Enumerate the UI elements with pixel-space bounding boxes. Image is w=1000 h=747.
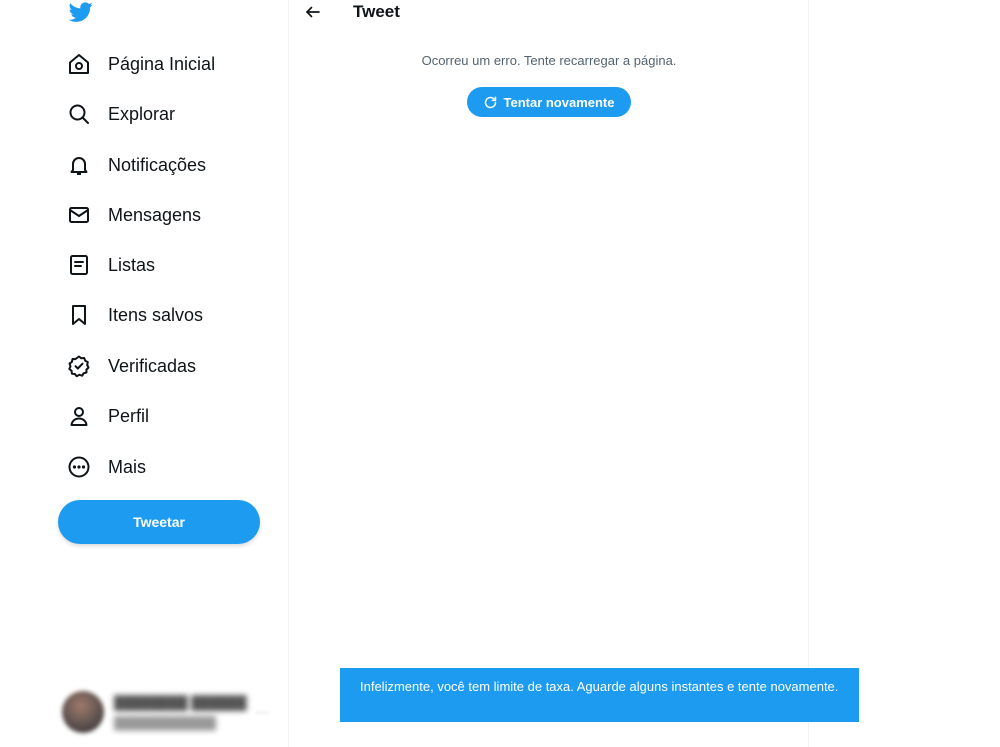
- bookmark-icon: [66, 302, 92, 328]
- sidebar-item-label: Perfil: [108, 405, 150, 426]
- main-column: Tweet Ocorreu um erro. Tente recarregar …: [289, 0, 809, 747]
- twitter-bird-icon[interactable]: [67, 0, 95, 24]
- sidebar-item-home[interactable]: Página Inicial: [66, 46, 215, 82]
- sidebar-item-more[interactable]: Mais: [66, 449, 146, 485]
- rate-limit-toast: Infelizmente, você tem limite de taxa. A…: [340, 668, 859, 722]
- home-icon: [66, 51, 92, 77]
- sidebar-item-notifications[interactable]: Notificações: [66, 147, 206, 183]
- more-circle-icon: [66, 454, 92, 480]
- sidebar-item-label: Mais: [108, 456, 147, 477]
- retry-button-label: Tentar novamente: [503, 94, 615, 110]
- retry-button[interactable]: Tentar novamente: [467, 87, 631, 117]
- back-arrow-icon[interactable]: [301, 0, 325, 24]
- account-switcher[interactable]: ████████ ██████ ████████████ ⋯: [62, 688, 277, 736]
- sidebar-item-label: Página Inicial: [108, 53, 216, 74]
- sidebar-item-label: Verificadas: [108, 355, 197, 376]
- sidebar-item-verified[interactable]: Verificadas: [66, 348, 196, 384]
- more-dots-icon: ⋯: [255, 703, 269, 720]
- sidebar-item-messages[interactable]: Mensagens: [66, 197, 201, 233]
- account-info-redacted: ████████ ██████ ████████████: [114, 694, 247, 730]
- sidebar-item-bookmarks[interactable]: Itens salvos: [66, 297, 203, 333]
- sidebar: Página Inicial Explorar Notificações Men…: [0, 0, 289, 747]
- sidebar-item-profile[interactable]: Perfil: [66, 398, 149, 434]
- person-icon: [66, 403, 92, 429]
- sidebar-item-label: Mensagens: [108, 204, 202, 225]
- search-icon: [66, 101, 92, 127]
- sidebar-item-explore[interactable]: Explorar: [66, 96, 175, 132]
- sidebar-item-label: Listas: [108, 254, 156, 275]
- sidebar-item-lists[interactable]: Listas: [66, 247, 155, 283]
- toast-message: Infelizmente, você tem limite de taxa. A…: [360, 679, 839, 694]
- avatar: [62, 691, 104, 733]
- tweet-button[interactable]: Tweetar: [58, 500, 260, 544]
- error-message: Ocorreu um erro. Tente recarregar a pági…: [421, 53, 677, 68]
- sidebar-item-label: Explorar: [108, 103, 176, 124]
- bell-icon: [66, 152, 92, 178]
- envelope-icon: [66, 202, 92, 228]
- refresh-icon: [483, 95, 498, 110]
- list-icon: [66, 252, 92, 278]
- page-title: Tweet: [353, 2, 400, 21]
- verified-badge-icon: [66, 353, 92, 379]
- sidebar-item-label: Itens salvos: [108, 304, 204, 325]
- sidebar-item-label: Notificações: [108, 154, 207, 175]
